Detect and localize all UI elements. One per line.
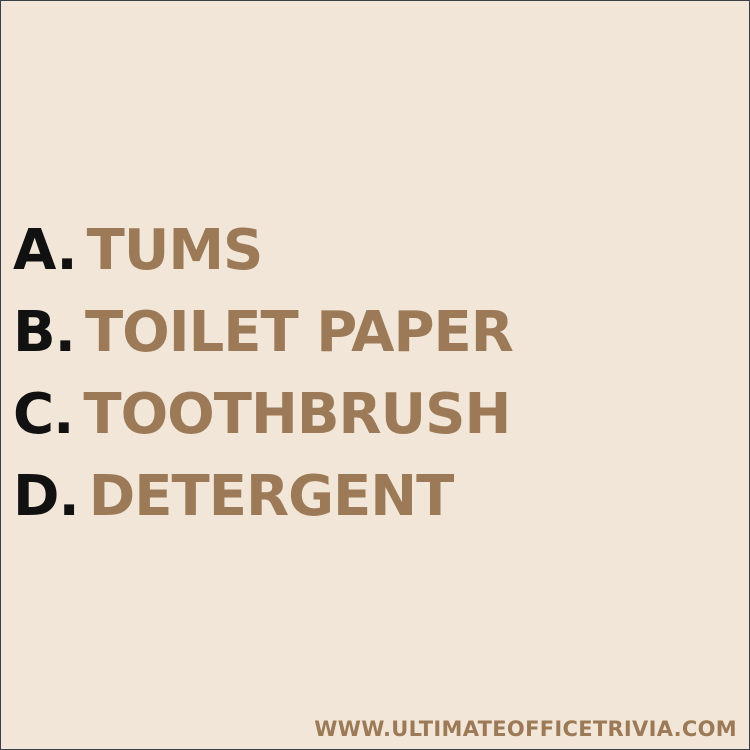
answer-text: TOOTHBRUSH	[83, 382, 511, 447]
website-url: WWW.ULTIMATEOFFICETRIVIA.COM	[314, 717, 737, 741]
answer-letter: D.	[13, 464, 80, 529]
answer-letter: B.	[13, 300, 76, 365]
answer-option-b: B. TOILET PAPER	[13, 300, 514, 387]
answer-option-c: C. TOOTHBRUSH	[13, 387, 513, 469]
answer-option-d: D. DETERGENT	[13, 469, 513, 551]
answer-text: TOILET PAPER	[84, 300, 514, 365]
answer-text: DETERGENT	[88, 464, 455, 529]
answer-list: A. TUMS B. TOILET PAPER C. TOOTHBRUSH D.…	[13, 223, 514, 551]
trivia-card: A. TUMS B. TOILET PAPER C. TOOTHBRUSH D.…	[0, 0, 750, 750]
answer-text: TUMS	[86, 218, 264, 283]
answer-letter: A.	[13, 218, 78, 283]
answer-letter: C.	[13, 382, 74, 447]
answer-option-a: A. TUMS	[13, 223, 513, 305]
